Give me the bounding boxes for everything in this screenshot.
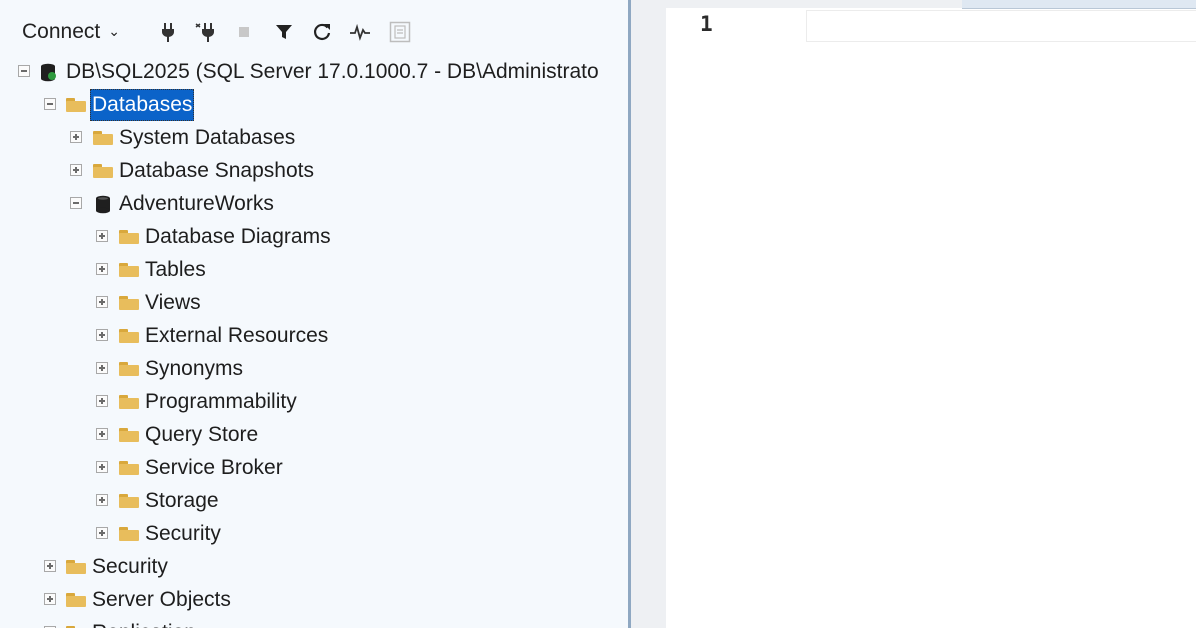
database-icon xyxy=(96,195,110,214)
expand-icon[interactable] xyxy=(96,362,108,374)
tree-node-server[interactable]: DB\SQL2025 (SQL Server 17.0.1000.7 - DB\… xyxy=(0,56,628,88)
folder-icon xyxy=(66,98,86,112)
collapse-icon[interactable] xyxy=(44,98,56,110)
current-line-highlight[interactable] xyxy=(806,10,1196,42)
expand-icon[interactable] xyxy=(44,593,56,605)
folder-icon xyxy=(66,560,86,574)
connect-dropdown-button[interactable]: Connect ⌄ xyxy=(22,18,120,46)
disconnect-plug-icon[interactable] xyxy=(194,20,218,44)
folder-icon xyxy=(119,461,139,475)
collapse-icon[interactable] xyxy=(18,65,30,77)
tables-label: Tables xyxy=(145,258,206,281)
database-snapshots-label: Database Snapshots xyxy=(119,159,314,182)
programmability-label: Programmability xyxy=(145,390,297,413)
folder-icon xyxy=(93,164,113,178)
connect-label: Connect xyxy=(22,20,101,43)
external-resources-label: External Resources xyxy=(145,324,329,347)
replication-label: Replication xyxy=(92,617,196,628)
object-explorer-title-bar xyxy=(0,0,628,6)
folder-icon xyxy=(119,263,139,277)
database-diagrams-label: Database Diagrams xyxy=(145,225,331,248)
storage-label: Storage xyxy=(145,489,219,512)
folder-icon xyxy=(119,329,139,343)
query-store-label: Query Store xyxy=(145,423,259,446)
query-editor[interactable]: 1 xyxy=(666,0,1196,628)
server-label: DB\SQL2025 (SQL Server 17.0.1000.7 - DB\… xyxy=(66,60,599,83)
expand-icon[interactable] xyxy=(96,461,108,473)
expand-icon[interactable] xyxy=(96,428,108,440)
server-security-label: Security xyxy=(92,555,168,578)
expand-icon[interactable] xyxy=(96,395,108,407)
db-security-label: Security xyxy=(145,522,221,545)
stop-icon[interactable] xyxy=(232,20,256,44)
filter-icon[interactable] xyxy=(272,20,296,44)
expand-icon[interactable] xyxy=(96,263,108,275)
folder-icon xyxy=(119,494,139,508)
adventureworks-label: AdventureWorks xyxy=(119,192,274,215)
collapse-icon[interactable] xyxy=(70,197,82,209)
chevron-down-icon: ⌄ xyxy=(108,23,120,39)
folder-icon xyxy=(66,593,86,607)
expand-icon[interactable] xyxy=(96,527,108,539)
views-label: Views xyxy=(145,291,201,314)
server-objects-label: Server Objects xyxy=(92,588,231,611)
line-number: 1 xyxy=(700,12,713,36)
folder-icon xyxy=(119,428,139,442)
object-explorer-toolbar: Connect ⌄ xyxy=(0,14,628,50)
folder-icon xyxy=(119,362,139,376)
activity-monitor-icon[interactable] xyxy=(348,20,372,44)
folder-icon xyxy=(119,395,139,409)
expand-icon[interactable] xyxy=(96,494,108,506)
expand-icon[interactable] xyxy=(96,329,108,341)
expand-icon[interactable] xyxy=(70,131,82,143)
active-editor-tab[interactable] xyxy=(962,0,1196,9)
folder-icon xyxy=(119,230,139,244)
folder-icon xyxy=(119,527,139,541)
folder-icon xyxy=(93,131,113,145)
object-explorer-pane: Connect ⌄ DB\SQL2025 (SQL Server 17.0.10… xyxy=(0,0,628,628)
expand-icon[interactable] xyxy=(70,164,82,176)
pane-splitter[interactable] xyxy=(631,0,666,628)
script-icon[interactable] xyxy=(388,20,412,44)
expand-icon[interactable] xyxy=(96,230,108,242)
service-broker-label: Service Broker xyxy=(145,456,283,479)
databases-label: Databases xyxy=(90,89,195,121)
editor-tab-strip xyxy=(666,0,1196,9)
folder-icon xyxy=(119,296,139,310)
system-databases-label: System Databases xyxy=(119,126,296,149)
expand-icon[interactable] xyxy=(44,560,56,572)
synonyms-label: Synonyms xyxy=(145,357,244,380)
connect-plug-icon[interactable] xyxy=(156,20,180,44)
refresh-icon[interactable] xyxy=(310,20,334,44)
expand-icon[interactable] xyxy=(96,296,108,308)
server-icon xyxy=(41,63,56,82)
